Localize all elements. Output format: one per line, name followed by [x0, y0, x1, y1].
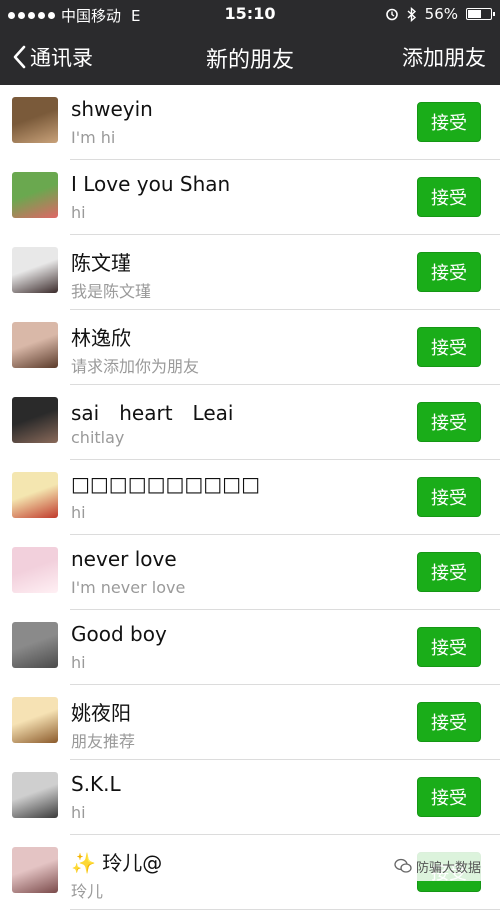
avatar[interactable]: [12, 172, 58, 218]
contact-name: S.K.L: [71, 772, 121, 796]
accept-button[interactable]: 接受: [417, 402, 481, 442]
chevron-left-icon: [13, 45, 26, 69]
friend-request-row[interactable]: S.K.L hi 接受: [0, 760, 500, 835]
avatar[interactable]: [12, 472, 58, 518]
avatar[interactable]: [12, 397, 58, 443]
battery-percent: 56%: [424, 5, 458, 23]
contact-name: sai heart Leai: [71, 401, 234, 425]
accept-button[interactable]: 接受: [417, 477, 481, 517]
contact-name: 陈文瑾: [71, 251, 131, 275]
accept-button[interactable]: 接受: [417, 627, 481, 667]
contact-name: 姚夜阳: [71, 701, 131, 725]
watermark: 防骗大数据: [394, 851, 500, 881]
contact-name: Good boy: [71, 622, 167, 646]
accept-button[interactable]: 接受: [417, 327, 481, 367]
wechat-logo-icon: [394, 858, 412, 873]
friend-request-row[interactable]: never love I'm never love 接受: [0, 535, 500, 610]
contact-name: □□□□□□□□□□: [71, 472, 260, 496]
accept-button[interactable]: 接受: [417, 252, 481, 292]
avatar[interactable]: [12, 97, 58, 143]
friend-request-row[interactable]: I Love you Shan hi 接受: [0, 160, 500, 235]
request-message: 我是陈文瑾: [71, 282, 152, 301]
accept-button[interactable]: 接受: [417, 102, 481, 142]
accept-button[interactable]: 接受: [417, 777, 481, 817]
avatar[interactable]: [12, 847, 58, 893]
friend-request-list: shweyin I'm hi 接受 I Love you Shan hi 接受 …: [0, 85, 500, 910]
alarm-icon: [385, 8, 398, 21]
accept-button[interactable]: 接受: [417, 702, 481, 742]
status-right: 56%: [385, 5, 495, 23]
bluetooth-icon: [407, 6, 416, 22]
avatar[interactable]: [12, 772, 58, 818]
avatar[interactable]: [12, 697, 58, 743]
request-message: 玲儿: [71, 882, 104, 901]
contact-name: never love: [71, 547, 177, 571]
add-friend-button[interactable]: 添加朋友: [402, 42, 486, 72]
request-message: hi: [71, 803, 86, 822]
friend-request-row[interactable]: shweyin I'm hi 接受: [0, 85, 500, 160]
request-message: chitlay: [71, 428, 125, 447]
request-message: hi: [71, 203, 86, 222]
friend-request-row[interactable]: Good boy hi 接受: [0, 610, 500, 685]
friend-request-row[interactable]: □□□□□□□□□□ hi 接受: [0, 460, 500, 535]
avatar[interactable]: [12, 322, 58, 368]
request-message: hi: [71, 503, 86, 522]
accept-button[interactable]: 接受: [417, 552, 481, 592]
accept-button[interactable]: 接受: [417, 177, 481, 217]
request-message: I'm never love: [71, 578, 186, 597]
avatar[interactable]: [12, 247, 58, 293]
request-message: 请求添加你为朋友: [71, 357, 200, 376]
nav-bar: 通讯录 新的朋友 添加朋友: [0, 28, 500, 85]
back-button[interactable]: 通讯录: [12, 42, 93, 72]
contact-name: shweyin: [71, 97, 153, 121]
avatar[interactable]: [12, 547, 58, 593]
battery-icon: [466, 8, 495, 20]
friend-request-row[interactable]: sai heart Leai chitlay 接受: [0, 385, 500, 460]
back-label: 通讯录: [30, 46, 93, 70]
contact-name: 林逸欣: [71, 326, 131, 350]
friend-request-row[interactable]: 陈文瑾 我是陈文瑾 接受: [0, 235, 500, 310]
request-message: 朋友推荐: [71, 732, 136, 751]
request-message: hi: [71, 653, 86, 672]
contact-name: I Love you Shan: [71, 172, 231, 196]
avatar[interactable]: [12, 622, 58, 668]
watermark-text: 防骗大数据: [416, 860, 482, 876]
friend-request-row[interactable]: 林逸欣 请求添加你为朋友 接受: [0, 310, 500, 385]
contact-name: ✨ 玲儿@: [71, 851, 163, 875]
request-message: I'm hi: [71, 128, 116, 147]
status-bar: 中国移动 E 15:10 56%: [0, 0, 500, 28]
friend-request-row[interactable]: 姚夜阳 朋友推荐 接受: [0, 685, 500, 760]
